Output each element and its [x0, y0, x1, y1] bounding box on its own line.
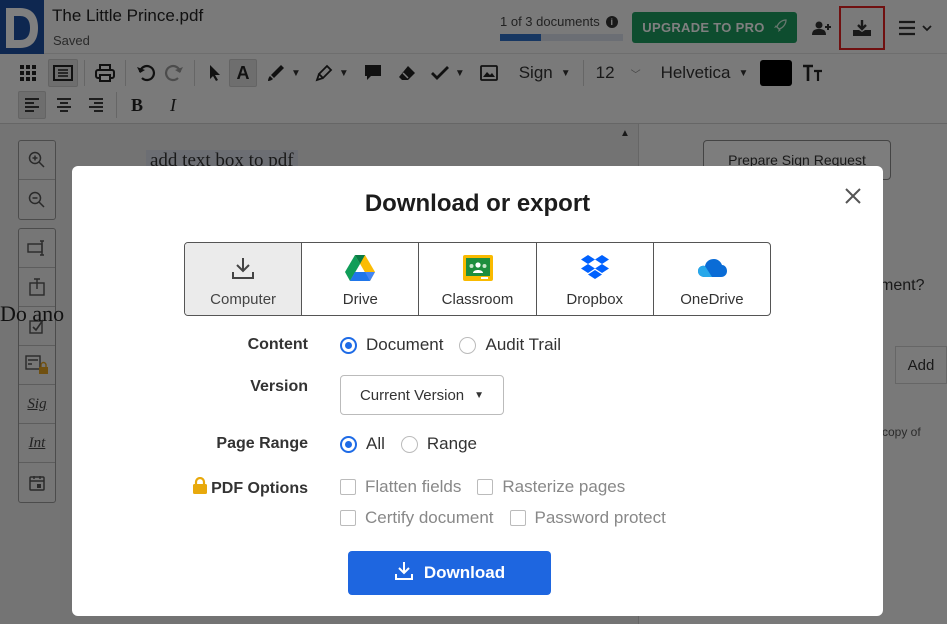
radio-selected[interactable]: [340, 435, 357, 453]
content-option-document[interactable]: Document: [340, 335, 443, 355]
option-certify-document[interactable]: Certify document: [340, 508, 494, 528]
checkbox-label: Rasterize pages: [502, 477, 626, 496]
destination-label: Drive: [342, 291, 378, 308]
page-range-label: Page Range: [72, 435, 308, 453]
option-rasterize-pages[interactable]: Rasterize pages: [477, 477, 625, 497]
chevron-down-icon: ▼: [474, 389, 485, 401]
checkbox-label: Password protect: [534, 508, 666, 527]
page-range-option-all[interactable]: All: [340, 434, 385, 454]
pdf-options-row-2: Certify document Password protect: [340, 508, 682, 528]
destination-classroom[interactable]: Classroom: [419, 243, 537, 315]
destination-label: Computer: [210, 291, 277, 308]
download-icon: [394, 561, 414, 586]
download-export-dialog: Download or export Computer Drive Classr…: [72, 166, 883, 616]
download-label: Download: [423, 563, 506, 582]
content-option-audit-trail[interactable]: Audit Trail: [459, 335, 561, 355]
radio-label: All: [366, 434, 385, 453]
onedrive-icon: [696, 253, 728, 283]
content-label-text: Content: [247, 336, 308, 353]
radio-selected[interactable]: [340, 336, 357, 354]
version-label: Version: [72, 378, 308, 396]
version-label-text: Version: [250, 378, 308, 395]
destination-dropbox[interactable]: Dropbox: [537, 243, 654, 315]
dialog-title: Download or export: [364, 190, 591, 217]
page-range-option-range[interactable]: Range: [400, 434, 478, 454]
checkbox-label: Certify document: [365, 508, 494, 527]
dropbox-icon: [580, 253, 610, 283]
version-select[interactable]: Current Version ▼: [340, 375, 504, 415]
download-tray-icon: [230, 253, 256, 283]
checkbox[interactable]: [509, 510, 526, 526]
pdf-options-label: PDF Options: [72, 476, 308, 500]
checkbox-label: Flatten fields: [365, 477, 462, 496]
close-icon[interactable]: [841, 184, 865, 208]
radio-unselected[interactable]: [400, 435, 418, 453]
pdf-options-label-text: PDF Options: [211, 479, 308, 497]
content-label: Content: [72, 336, 308, 354]
radio-unselected[interactable]: [459, 336, 477, 354]
google-drive-icon: [344, 253, 376, 283]
checkbox[interactable]: [340, 510, 356, 526]
radio-label: Audit Trail: [485, 335, 562, 354]
download-button[interactable]: Download: [348, 551, 551, 595]
radio-label: Document: [366, 335, 444, 354]
destination-label: OneDrive: [680, 291, 744, 308]
destination-label: Classroom: [441, 291, 514, 308]
version-value: Current Version: [359, 386, 465, 404]
option-password-protect[interactable]: Password protect: [509, 508, 666, 528]
pdf-options-row-1: Flatten fields Rasterize pages: [340, 477, 641, 497]
destination-computer[interactable]: Computer: [185, 243, 303, 315]
content-radio-group: Document Audit Trail: [340, 335, 577, 355]
option-flatten-fields[interactable]: Flatten fields: [340, 477, 461, 497]
destination-drive[interactable]: Drive: [302, 243, 420, 315]
export-destination-tabs: Computer Drive Classroom Dropbox OneDriv…: [184, 242, 771, 316]
radio-label: Range: [426, 434, 478, 453]
checkbox[interactable]: [477, 479, 494, 495]
checkbox[interactable]: [340, 479, 356, 495]
page-range-radio-group: All Range: [340, 434, 493, 454]
destination-onedrive[interactable]: OneDrive: [654, 243, 770, 315]
page-range-label-text: Page Range: [216, 435, 308, 452]
destination-label: Dropbox: [566, 291, 624, 308]
lock-icon: [192, 476, 208, 500]
google-classroom-icon: [462, 253, 493, 283]
